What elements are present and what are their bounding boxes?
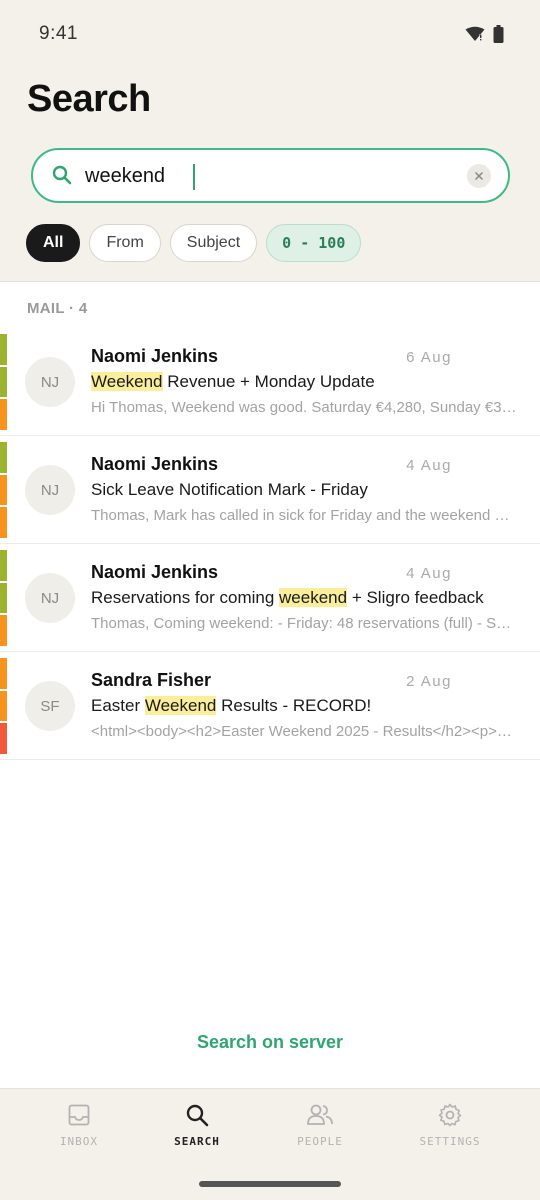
tag-strip (0, 334, 7, 431)
search-highlight: weekend (279, 588, 348, 607)
nav-search[interactable]: SEARCH (137, 1103, 257, 1148)
avatar: NJ (25, 573, 75, 623)
avatar: SF (25, 681, 75, 731)
subject-text: + Sligro feedback (347, 588, 484, 607)
mail-preview: Thomas, Mark has called in sick for Frid… (91, 507, 517, 524)
mail-section-label: MAIL · 4 (27, 300, 88, 317)
tag-color-bar (0, 366, 7, 398)
home-indicator[interactable] (199, 1181, 341, 1187)
avatar: NJ (25, 357, 75, 407)
search-highlight: Weekend (91, 372, 163, 391)
status-icons (465, 25, 504, 43)
tag-color-bar (0, 507, 7, 539)
avatar: NJ (25, 465, 75, 515)
text-caret (193, 164, 195, 190)
search-input[interactable] (83, 161, 413, 191)
status-time: 9:41 (39, 23, 78, 44)
mail-item[interactable]: NJ Naomi Jenkins 4 Aug Reservations for … (0, 544, 540, 652)
subject-text: Sick Leave Notification Mark - Friday (91, 480, 368, 499)
mail-item[interactable]: NJ Naomi Jenkins 6 Aug Weekend Revenue +… (0, 328, 540, 436)
inbox-icon (68, 1104, 90, 1126)
mail-preview: Thomas, Coming weekend: - Friday: 48 res… (91, 615, 517, 632)
subject-text: Reservations for coming (91, 588, 280, 607)
gear-icon (438, 1103, 462, 1127)
mail-date: 4 Aug (406, 565, 452, 582)
mail-item[interactable]: NJ Naomi Jenkins 4 Aug Sick Leave Notifi… (0, 436, 540, 544)
battery-icon (493, 25, 504, 43)
mail-date: 2 Aug (406, 673, 452, 690)
tag-color-bar (0, 582, 7, 614)
tag-color-bar (0, 550, 7, 581)
search-icon (186, 1104, 209, 1127)
nav-people[interactable]: PEOPLE (260, 1103, 380, 1148)
search-icon (52, 165, 72, 185)
filter-chip-range[interactable]: 0 - 100 (266, 224, 362, 262)
mail-preview: <html><body><h2>Easter Weekend 2025 - Re… (91, 723, 517, 740)
nav-inbox[interactable]: INBOX (19, 1103, 139, 1148)
tag-color-bar (0, 334, 7, 365)
mail-subject: Sick Leave Notification Mark - Friday (91, 480, 368, 500)
filter-chip-from[interactable]: From (89, 224, 161, 262)
subject-text: Easter (91, 696, 145, 715)
mail-sender: Naomi Jenkins (91, 454, 219, 474)
search-bar[interactable] (31, 148, 510, 203)
subject-text: Revenue + Monday Update (162, 372, 375, 391)
nav-label: SEARCH (174, 1135, 220, 1148)
nav-settings[interactable]: SETTINGS (390, 1103, 510, 1148)
mail-subject: Easter Weekend Results - RECORD! (91, 696, 371, 716)
filter-chip-all[interactable]: All (26, 224, 81, 262)
page-title: Search (27, 78, 151, 120)
tag-strip (0, 442, 7, 539)
mail-item[interactable]: SF Sandra Fisher 2 Aug Easter Weekend Re… (0, 652, 540, 760)
tag-strip (0, 658, 7, 755)
tag-color-bar (0, 658, 7, 689)
status-bar: 9:41 (0, 0, 540, 70)
people-icon (307, 1104, 333, 1125)
mail-sender: Sandra Fisher (91, 670, 212, 690)
search-on-server-button[interactable]: Search on server (0, 1032, 540, 1053)
tag-color-bar (0, 442, 7, 473)
mail-preview: Hi Thomas, Weekend was good. Saturday €4… (91, 399, 517, 416)
nav-label: PEOPLE (297, 1135, 343, 1148)
close-icon (474, 171, 484, 181)
mail-sender: Naomi Jenkins (91, 562, 219, 582)
header-area: 9:41 Search weekend All From Subject 0 -… (0, 0, 540, 282)
mail-list: NJ Naomi Jenkins 6 Aug Weekend Revenue +… (0, 328, 540, 760)
filter-chips: All From Subject 0 - 100 (26, 224, 362, 262)
tag-color-bar (0, 399, 7, 431)
nav-label: INBOX (59, 1135, 99, 1148)
tag-color-bar (0, 690, 7, 722)
tag-color-bar (0, 474, 7, 506)
mail-subject: Weekend Revenue + Monday Update (91, 372, 375, 392)
tag-color-bar (0, 615, 7, 647)
mail-sender: Naomi Jenkins (91, 346, 219, 366)
mail-subject: Reservations for coming weekend + Sligro… (91, 588, 484, 608)
mail-date: 6 Aug (406, 349, 452, 366)
clear-search-button[interactable] (467, 164, 491, 188)
subject-text: Results - RECORD! (216, 696, 372, 715)
tag-strip (0, 550, 7, 647)
mail-date: 4 Aug (406, 457, 452, 474)
nav-label: SETTINGS (419, 1135, 481, 1148)
tag-color-bar (0, 723, 7, 755)
wifi-icon (465, 26, 485, 41)
app-screen: 9:41 Search weekend All From Subject 0 -… (0, 0, 540, 1200)
filter-chip-subject[interactable]: Subject (169, 224, 258, 262)
search-highlight: Weekend (144, 696, 217, 715)
